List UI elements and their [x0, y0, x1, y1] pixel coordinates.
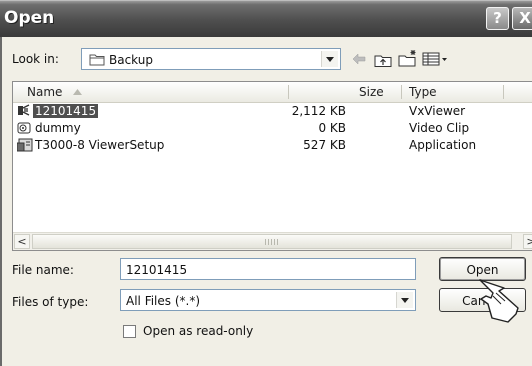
column-size[interactable]: Size: [359, 85, 384, 99]
column-type[interactable]: Type: [409, 85, 437, 99]
files-of-type-value: All Files (*.*): [126, 294, 201, 308]
help-button[interactable]: ?: [486, 7, 509, 30]
file-name-input[interactable]: 12101415: [120, 258, 416, 280]
chevron-down-icon: [401, 298, 409, 303]
column-name[interactable]: Name: [27, 85, 62, 99]
back-arrow-icon[interactable]: [352, 53, 366, 65]
read-only-label[interactable]: Open as read-only: [143, 324, 253, 338]
files-of-type-dropdown[interactable]: All Files (*.*): [120, 289, 416, 311]
header-divider[interactable]: [401, 85, 402, 99]
view-menu-icon[interactable]: [422, 52, 448, 66]
files-of-type-dropdown-arrow[interactable]: [396, 292, 413, 308]
file-size-cell: 527 KB: [303, 138, 346, 152]
setup-app-icon: [17, 138, 33, 152]
look-in-dropdown-arrow[interactable]: [321, 51, 338, 67]
video-clip-icon: [17, 122, 31, 134]
file-row[interactable]: T3000-8 ViewerSetup 527 KB Application: [13, 137, 532, 154]
new-folder-icon[interactable]: [398, 49, 418, 67]
read-only-checkbox[interactable]: [123, 325, 136, 338]
scroll-right-button[interactable]: >: [523, 234, 532, 249]
file-name-cell: dummy: [35, 121, 81, 135]
scrollbar-thumb[interactable]: [32, 234, 512, 249]
close-icon: X: [519, 9, 531, 27]
file-list-header: Name Size Type: [13, 82, 532, 103]
help-icon: ?: [493, 9, 502, 27]
close-button[interactable]: X: [512, 7, 532, 30]
file-name-value: 12101415: [126, 263, 188, 277]
up-folder-icon[interactable]: [374, 52, 392, 68]
file-type-cell: Video Clip: [409, 121, 470, 135]
sort-ascending-icon: [73, 89, 82, 95]
file-type-cell: Application: [409, 138, 477, 152]
look-in-label: Look in:: [12, 52, 59, 66]
look-in-value: Backup: [109, 53, 153, 67]
files-of-type-label: Files of type:: [12, 295, 89, 309]
header-divider[interactable]: [503, 85, 504, 99]
file-size-cell: 0 KB: [318, 121, 346, 135]
open-dialog: Look in: Backup Name Size Type 12101415 …: [0, 37, 532, 366]
file-name-label: File name:: [12, 263, 74, 277]
file-row[interactable]: 12101415 2,112 KB VxViewer: [13, 103, 532, 120]
file-type-cell: VxViewer: [409, 104, 466, 118]
chevron-down-icon: [326, 57, 334, 62]
horizontal-scrollbar[interactable]: < >: [13, 232, 532, 250]
scrollbar-grip: [265, 239, 279, 245]
hand-cursor-icon: [479, 279, 519, 323]
file-size-cell: 2,112 KB: [291, 104, 346, 118]
file-list[interactable]: Name Size Type 12101415 2,112 KB VxViewe…: [12, 81, 532, 251]
look-in-dropdown[interactable]: Backup: [81, 48, 341, 70]
folder-icon: [89, 54, 105, 66]
scroll-left-button[interactable]: <: [14, 234, 30, 249]
file-name-cell: T3000-8 ViewerSetup: [35, 138, 165, 152]
window-title: Open: [4, 8, 55, 28]
file-row[interactable]: dummy 0 KB Video Clip: [13, 120, 532, 137]
header-divider[interactable]: [288, 85, 289, 99]
title-bar: Open ? X: [0, 0, 532, 37]
viewer-file-icon: [18, 104, 30, 116]
file-name-cell: 12101415: [33, 104, 99, 118]
